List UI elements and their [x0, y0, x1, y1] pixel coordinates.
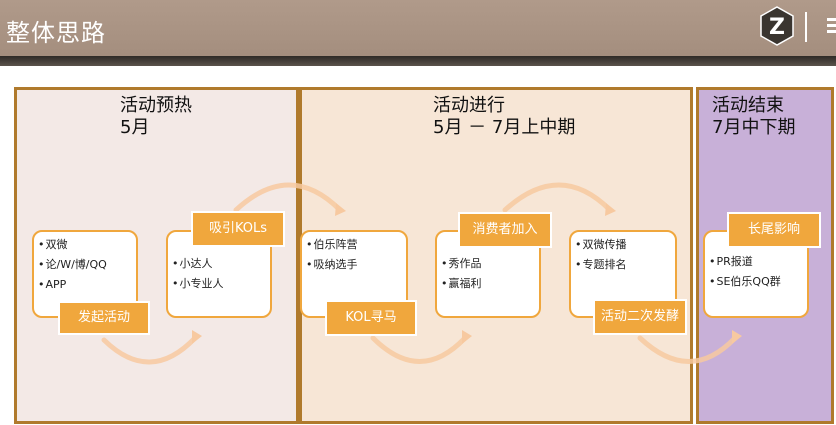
- phase-warmup-heading: 活动预热 5月: [120, 95, 192, 139]
- step-label-kol: KOL寻马: [325, 300, 417, 336]
- header-bar: 整体思路 Z: [0, 0, 836, 56]
- list-item: 小达人: [172, 254, 270, 274]
- list-item: 专题排名: [575, 255, 675, 275]
- logo-text-clipped: [826, 14, 836, 38]
- list-item: 双微传播: [575, 235, 675, 255]
- list-item: 吸纳选手: [306, 255, 406, 275]
- list-item: 双微: [38, 235, 136, 255]
- list-item: 小专业人: [172, 274, 270, 294]
- step-label-longtail: 长尾影响: [727, 212, 821, 248]
- phase-end-heading: 活动结束 7月中下期: [712, 95, 795, 139]
- step-label-consumer: 消费者加入: [458, 212, 552, 248]
- phase-ongoing-heading: 活动进行 5月 － 7月上中期: [433, 95, 575, 139]
- svg-text:Z: Z: [769, 15, 785, 40]
- logo-separator: [805, 12, 807, 42]
- header-divider: [0, 56, 836, 66]
- phase-title: 活动结束: [712, 95, 784, 116]
- phase-period: 7月中下期: [712, 117, 796, 138]
- step-label-launch: 发起活动: [58, 301, 150, 335]
- step-label-ferment: 活动二次发酵: [593, 299, 687, 335]
- z-logo-icon: Z: [760, 6, 794, 46]
- list-item: PR报道: [709, 252, 807, 272]
- phase-period: 5月 － 7月上中期: [433, 117, 576, 138]
- list-item: 论/W/博/QQ: [38, 255, 136, 275]
- phase-title: 活动预热: [120, 95, 192, 116]
- page-title: 整体思路: [6, 19, 106, 47]
- list-item: APP: [38, 275, 136, 295]
- list-item: 伯乐阵营: [306, 235, 406, 255]
- phase-period: 5月: [120, 117, 150, 138]
- phase-title: 活动进行: [433, 95, 505, 116]
- list-item: 赢福利: [441, 274, 539, 294]
- list-item: SE伯乐QQ群: [709, 272, 807, 292]
- step-label-attract: 吸引KOLs: [191, 211, 285, 247]
- list-item: 秀作品: [441, 254, 539, 274]
